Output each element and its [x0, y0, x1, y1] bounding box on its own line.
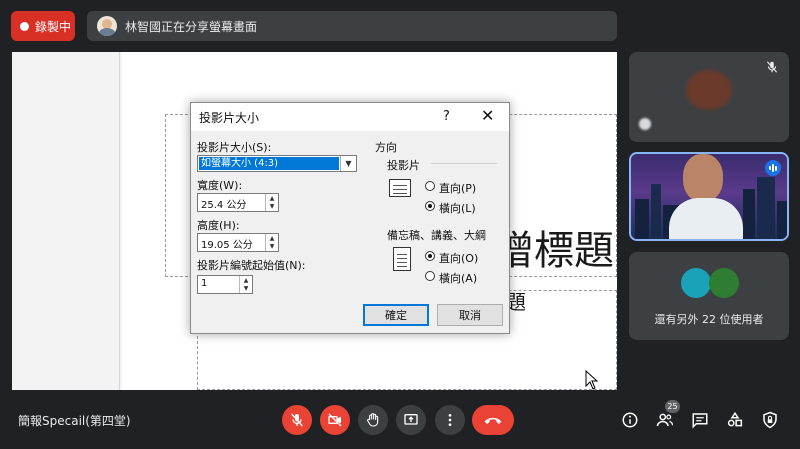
notes-orientation-label: 備忘稿、講義、大綱: [387, 229, 486, 242]
host-controls-button[interactable]: [760, 410, 780, 430]
close-icon[interactable]: ✕: [481, 106, 494, 125]
meeting-info-button[interactable]: [620, 410, 640, 430]
start-number-value: 1: [201, 278, 208, 289]
spin-down-icon[interactable]: ▼: [240, 284, 252, 292]
dialog-titlebar: 投影片大小 ? ✕: [191, 103, 509, 131]
slides-landscape-radio[interactable]: [425, 201, 435, 211]
recording-indicator[interactable]: 錄製中: [11, 11, 75, 41]
participant-count-badge: 25: [665, 400, 680, 413]
more-vert-icon: [448, 414, 452, 426]
height-label: 高度(H):: [197, 219, 240, 232]
mouse-cursor-icon: [585, 370, 599, 390]
slide-size-value: 如螢幕大小 (4:3): [199, 157, 339, 170]
speaking-indicator-icon: [765, 160, 781, 176]
size-label: 投影片大小(S):: [197, 141, 272, 154]
start-spin-buttons[interactable]: ▲ ▼: [239, 276, 252, 293]
slides-landscape-label: 橫向(L): [439, 202, 476, 215]
participant-name-redacted: [639, 118, 651, 130]
slide-size-dialog: 投影片大小 ? ✕ 投影片大小(S): 如螢幕大小 (4:3) ▼ 寬度(W):…: [190, 102, 510, 334]
slides-orientation-label: 投影片: [387, 159, 420, 172]
shapes-icon: [727, 411, 743, 427]
camera-off-icon: [328, 413, 342, 427]
width-label: 寬度(W):: [197, 179, 243, 192]
dialog-title: 投影片大小: [199, 110, 260, 125]
spin-up-icon[interactable]: ▲: [266, 234, 278, 242]
participant-body: [669, 198, 743, 239]
info-icon: [622, 412, 638, 428]
chat-button[interactable]: [690, 410, 710, 430]
activities-button[interactable]: [725, 410, 745, 430]
spin-down-icon[interactable]: ▼: [266, 242, 278, 250]
height-value: 19.05 公分: [201, 240, 253, 251]
height-spin-buttons[interactable]: ▲ ▼: [265, 234, 278, 251]
others-avatar-1: [681, 268, 711, 298]
mic-toggle-button[interactable]: [282, 405, 312, 435]
ok-button[interactable]: 確定: [363, 304, 429, 326]
people-icon: [656, 413, 674, 427]
people-button[interactable]: [655, 410, 675, 430]
width-spin-buttons[interactable]: ▲ ▼: [265, 194, 278, 211]
more-options-button[interactable]: [435, 405, 465, 435]
spin-up-icon[interactable]: ▲: [266, 194, 278, 202]
start-number-stepper[interactable]: 1 ▲ ▼: [197, 275, 253, 294]
slide-size-select[interactable]: 如螢幕大小 (4:3) ▼: [197, 155, 357, 172]
notes-portrait-radio[interactable]: [425, 251, 435, 261]
participant-tile-video[interactable]: [629, 152, 789, 241]
notes-portrait-label: 直向(O): [439, 252, 479, 265]
presenter-banner: 林智國正在分享螢幕畫面: [87, 11, 617, 41]
participant-avatar: [686, 70, 732, 110]
spin-up-icon[interactable]: ▲: [240, 276, 252, 284]
orientation-label: 方向: [375, 141, 397, 154]
slides-portrait-label: 直向(P): [439, 182, 477, 195]
others-avatar-2: [709, 268, 739, 298]
portrait-page-icon: [393, 247, 411, 271]
meeting-name: 簡報Specail(第四堂): [18, 414, 131, 428]
recording-label: 錄製中: [35, 19, 72, 34]
leave-call-button[interactable]: [472, 405, 514, 435]
present-screen-button[interactable]: [396, 405, 426, 435]
spin-down-icon[interactable]: ▼: [266, 202, 278, 210]
notes-landscape-label: 橫向(A): [439, 272, 478, 285]
landscape-page-icon: [389, 179, 411, 197]
participant-video: [631, 154, 787, 239]
record-dot-icon: [20, 21, 29, 31]
others-count-label: 還有另外 22 位使用者: [654, 313, 764, 326]
present-icon: [404, 414, 418, 425]
help-icon[interactable]: ?: [443, 109, 450, 124]
cancel-button[interactable]: 取消: [437, 304, 503, 326]
shield-lock-icon: [763, 411, 777, 429]
height-stepper[interactable]: 19.05 公分 ▲ ▼: [197, 233, 279, 252]
mic-off-icon: [766, 61, 778, 73]
hangup-icon: [484, 417, 502, 425]
presenter-avatar: [97, 16, 117, 36]
participant-face: [683, 154, 723, 202]
slide-thumbnail-pane: [12, 52, 120, 390]
start-number-label: 投影片編號起始值(N):: [197, 259, 306, 272]
camera-toggle-button[interactable]: [320, 405, 350, 435]
presenter-text: 林智國正在分享螢幕畫面: [125, 19, 258, 34]
chevron-down-icon[interactable]: ▼: [340, 156, 356, 171]
hand-icon: [367, 413, 379, 427]
slides-portrait-radio[interactable]: [425, 181, 435, 191]
chat-icon: [692, 413, 708, 429]
width-stepper[interactable]: 25.4 公分 ▲ ▼: [197, 193, 279, 212]
slide-title-text: 增標題: [494, 228, 614, 274]
mic-off-icon: [291, 413, 303, 427]
separator: [431, 163, 497, 164]
raise-hand-button[interactable]: [358, 405, 388, 435]
width-value: 25.4 公分: [201, 200, 247, 211]
notes-landscape-radio[interactable]: [425, 271, 435, 281]
